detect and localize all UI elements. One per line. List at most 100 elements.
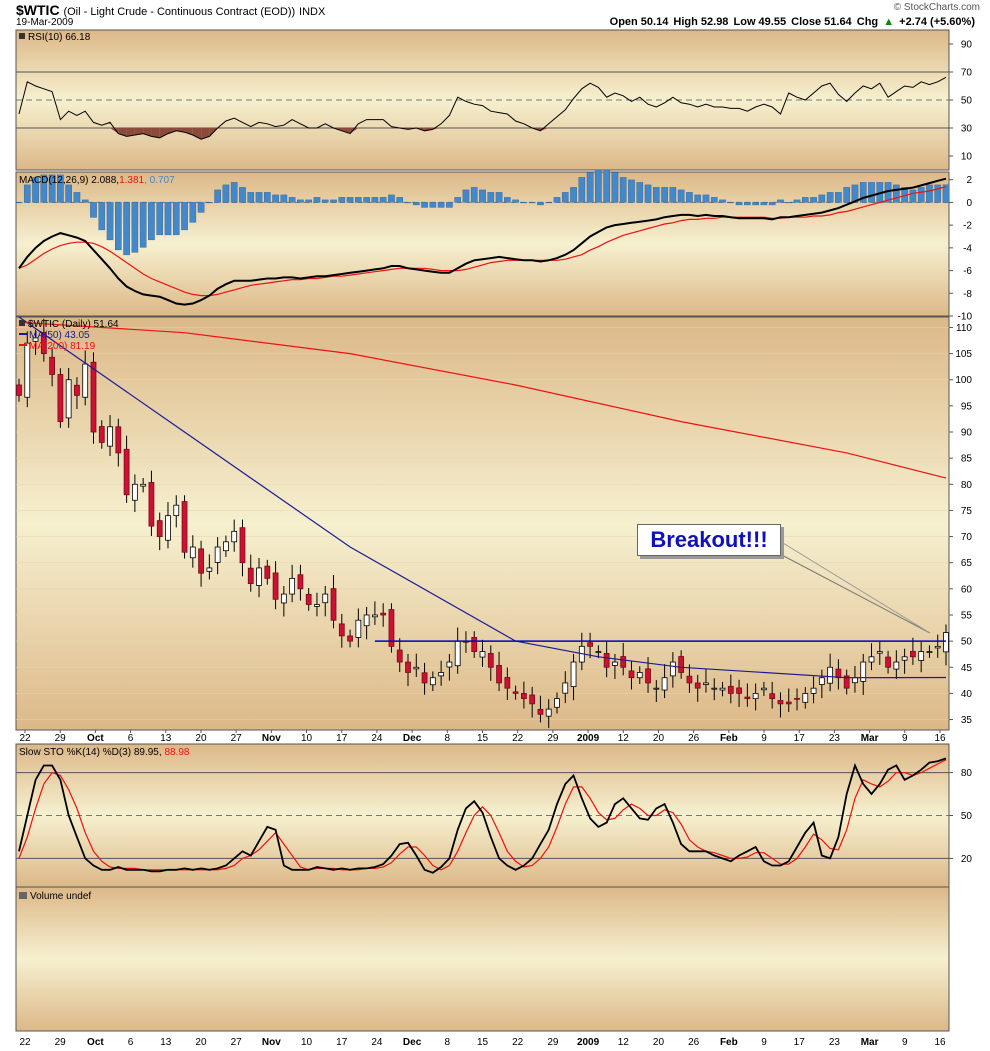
candle-down [16, 384, 22, 396]
candle-up [223, 541, 229, 552]
macd-histogram-bar [437, 202, 445, 208]
volume-xtick: Mar [861, 1037, 879, 1048]
volume-panel [15, 886, 950, 1032]
macd-histogram-bar [636, 182, 644, 203]
macd-histogram-bar [793, 199, 801, 203]
candle-down [736, 687, 742, 694]
macd-histogram-bar [578, 177, 586, 203]
sto-ytick: 80 [961, 768, 973, 779]
candle-down [297, 574, 304, 590]
macd-histogram-bar [686, 192, 693, 203]
macd-histogram-bar [570, 187, 577, 203]
candle-up [802, 693, 809, 703]
macd-histogram-bar [744, 202, 751, 206]
rsi-legend: RSI(10) 66.18 [19, 32, 91, 43]
volume-xtick: 23 [829, 1037, 841, 1048]
candle-up [711, 687, 718, 690]
macd-histogram-bar [197, 202, 205, 213]
candle-up [173, 504, 180, 517]
price-xtick: 13 [160, 733, 172, 744]
ma200-label: MA(200) 81.19 [29, 341, 96, 352]
price-ytick: 55 [961, 610, 973, 621]
price-ytick: 50 [961, 637, 973, 648]
candle-up [893, 661, 900, 670]
macd-ytick: 0 [966, 198, 972, 209]
macd-histogram-bar [23, 184, 31, 203]
macd-histogram-bar [404, 202, 412, 204]
volume-xtick: 24 [371, 1037, 383, 1048]
macd-histogram-bar [330, 199, 337, 203]
macd-histogram-bar [15, 202, 23, 204]
macd-histogram-bar [760, 202, 768, 206]
candle-down [198, 548, 204, 574]
macd-histogram-bar [429, 202, 437, 208]
volume-xtick: 9 [761, 1037, 767, 1048]
candle-up [934, 645, 941, 649]
rsi-ytick: 30 [961, 124, 973, 135]
candle-down [785, 701, 792, 705]
candle-down [305, 593, 312, 605]
price-xtick: 10 [301, 733, 313, 744]
volume-xtick: 26 [688, 1037, 700, 1048]
macd-histogram-bar [81, 199, 89, 203]
candle-down [156, 520, 163, 537]
macd-histogram-bar [388, 194, 395, 203]
volume-xtick: 10 [301, 1037, 313, 1048]
macd-histogram-bar [611, 172, 619, 203]
price-ytick: 65 [961, 558, 973, 569]
price-xtick: 2009 [577, 733, 600, 744]
macd-histogram-bar [710, 197, 718, 203]
macd-histogram-bar [462, 189, 470, 203]
macd-label-c: , 0.707 [144, 175, 175, 186]
macd-histogram-bar [214, 189, 221, 203]
macd-histogram-bar [669, 187, 677, 203]
price-xtick: 17 [794, 733, 806, 744]
macd-histogram-bar [561, 192, 569, 203]
candle-up [860, 661, 867, 682]
sto-legend: Slow STO %K(14) %D(3) 89.95, 88.98 [19, 747, 190, 758]
candle-down [529, 694, 536, 705]
macd-legend: MACD(12,26,9) 2.088,1.381, 0.707 [19, 175, 175, 186]
volume-xtick: 20 [653, 1037, 665, 1048]
macd-histogram-bar [73, 192, 81, 203]
price-xtick: 22 [19, 733, 31, 744]
candle-up [761, 687, 767, 691]
candle-down [769, 693, 776, 700]
macd-histogram-bar [893, 184, 900, 203]
candle-down [181, 501, 188, 553]
macd-histogram-bar [677, 189, 685, 203]
candle-up [901, 656, 908, 661]
candle-down [421, 672, 428, 684]
macd-histogram-bar [338, 197, 346, 203]
macd-histogram-bar [537, 202, 544, 206]
candle-down [396, 649, 403, 663]
candle-down [115, 426, 122, 454]
macd-histogram-bar [181, 202, 188, 231]
candle-up [165, 515, 171, 541]
macd-histogram-bar [90, 202, 97, 218]
price-xtick: 29 [547, 733, 559, 744]
candle-up [206, 567, 213, 572]
macd-histogram-bar [65, 184, 72, 203]
price-xtick: 9 [902, 733, 908, 744]
rsi-ytick: 50 [961, 96, 973, 107]
candle-up [189, 546, 196, 559]
sto-label-a: Slow STO %K(14) %D(3) 89.95, [19, 747, 162, 758]
macd-histogram-bar [131, 202, 139, 253]
macd-histogram-bar [412, 202, 420, 206]
candle-down [338, 623, 345, 637]
macd-histogram-bar [156, 202, 164, 236]
candle-up [636, 672, 643, 679]
macd-ytick: -8 [963, 289, 972, 300]
candle-up [868, 656, 875, 663]
candle-down [835, 668, 842, 679]
candle-down [272, 572, 279, 600]
price-xtick: 24 [371, 733, 383, 744]
volume-xtick: 15 [477, 1037, 489, 1048]
macd-histogram-bar [321, 199, 329, 203]
macd-histogram-bar [454, 197, 461, 203]
volume-legend: Volume undef [19, 891, 91, 902]
macd-histogram-bar [512, 199, 519, 203]
volume-xtick: 2009 [577, 1037, 600, 1048]
macd-histogram-bar [653, 187, 660, 203]
